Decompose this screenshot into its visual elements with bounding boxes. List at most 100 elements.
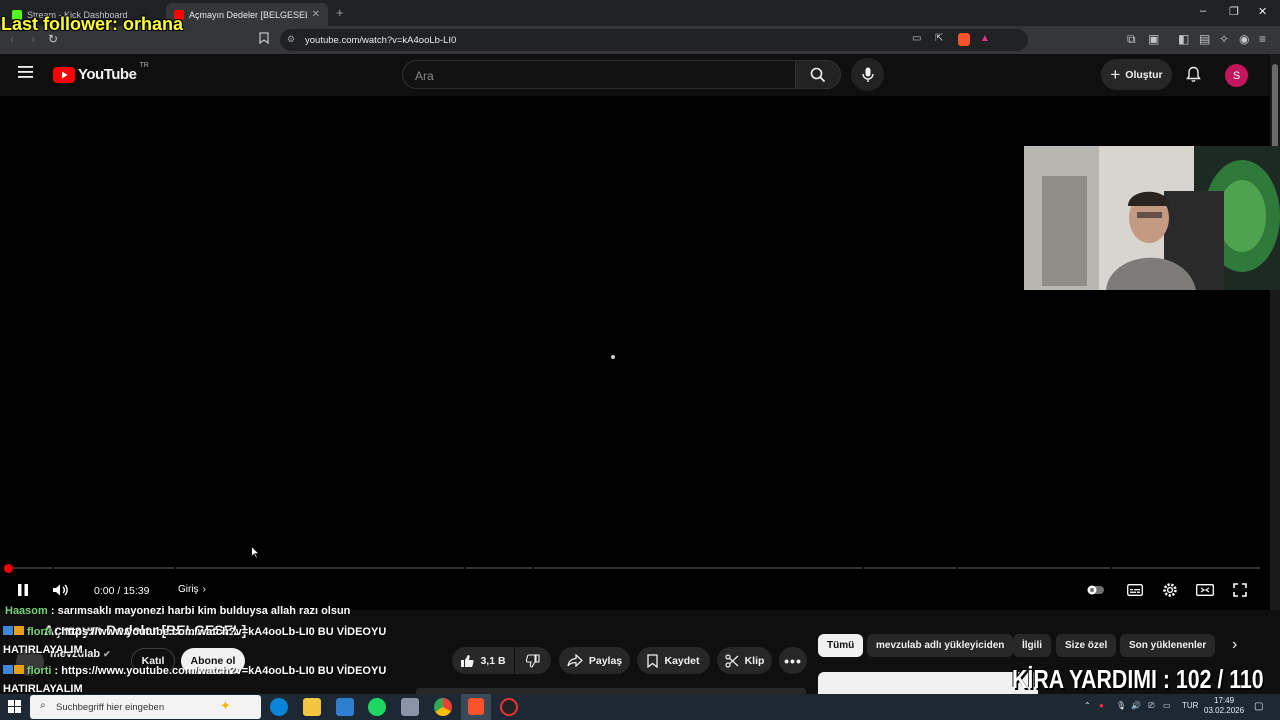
autoplay-toggle[interactable] [1087,581,1105,599]
avatar[interactable]: S [1225,64,1248,87]
brave-rewards-icon[interactable]: ▲ [980,33,990,44]
clip-button[interactable]: Klip [717,647,772,674]
chrome-app-icon[interactable] [434,698,452,716]
file-explorer-icon[interactable] [303,698,321,716]
search-button[interactable] [795,60,841,89]
tray-overflow-icon[interactable]: ⌃ [1084,701,1091,710]
wallet-icon[interactable]: ▤ [1199,32,1210,46]
recommended-video-thumbnail[interactable] [818,672,1038,694]
time-display: 0:00 / 15:39 [94,585,150,597]
site-info-icon[interactable]: ⚙ [287,34,295,45]
voice-search-button[interactable] [851,58,884,91]
tray-app-icon[interactable]: ● [1099,701,1104,710]
page-scrollbar[interactable] [1270,54,1280,610]
chat-badge-icon [3,626,13,635]
clip-label: Klip [744,654,765,667]
brave-shields-icon[interactable] [958,33,970,46]
calculator-app-icon[interactable] [401,698,419,716]
obs-app-icon[interactable] [500,698,518,716]
gear-icon [1163,583,1177,597]
tray-display-icon[interactable]: ▭ [1163,701,1171,710]
cast-icon[interactable]: ▭ [912,33,921,44]
dislike-button[interactable] [515,647,551,674]
chapter-button[interactable]: Giriş › [178,584,206,595]
close-tab-icon[interactable]: ✕ [312,9,320,20]
streamer-webcam-image [1024,146,1280,290]
region-code: TR [139,62,149,69]
extensions-icon[interactable]: ⧉ [1127,32,1136,47]
bookmark-icon[interactable] [259,32,269,47]
seek-bar[interactable] [8,567,1260,569]
youtube-logo[interactable]: YouTube TR [53,62,149,83]
chat-badge-icon [14,665,24,674]
scissors-icon [724,653,738,668]
media-icon[interactable]: ▣ [1148,32,1159,46]
like-button[interactable]: 3,1 B [452,647,514,674]
volume-button[interactable] [52,581,70,599]
chip-related[interactable]: İlgili [1013,634,1051,657]
more-actions-button[interactable]: ••• [779,647,807,674]
subtitles-button[interactable] [1126,581,1144,599]
vpn-icon[interactable]: ◉ [1239,32,1249,46]
keyboard-language[interactable]: TUR [1182,701,1198,710]
chat-badge-icon [3,665,13,674]
store-app-icon[interactable] [336,698,354,716]
chip-label: mevzulab adlı yükleyiciden [876,640,1005,651]
chat-username: florti [27,626,52,638]
webcam-overlay [1024,146,1280,290]
brave-app-active[interactable] [461,694,491,720]
leo-ai-icon[interactable]: ✧ [1219,32,1229,46]
pause-button[interactable] [14,581,32,599]
close-window-button[interactable]: ✕ [1258,5,1267,18]
menu-icon[interactable]: ≡ [1259,32,1266,46]
sidebar-icon[interactable]: ◧ [1178,32,1189,46]
address-url: youtube.com/watch?v=kA4ooLb-LI0 [305,34,457,46]
rent-donation-counter: KİRA YARDIMI : 102 / 110 [1012,664,1264,694]
youtube-play-logo-icon [53,66,75,83]
spotify-app-icon[interactable] [368,698,386,716]
theater-mode-button[interactable] [1196,581,1214,599]
settings-button[interactable] [1161,581,1179,599]
edge-app-icon[interactable] [270,698,288,716]
subtitles-icon [1127,584,1143,596]
chip-from-uploader[interactable]: mevzulab adlı yükleyiciden [867,634,1014,657]
guide-menu-icon[interactable] [18,65,34,84]
tab-youtube-video[interactable]: Açmayın Dedeler [BELGESEL] - Yo ✕ [166,3,328,26]
autoplay-toggle-icon [1087,585,1104,595]
save-button[interactable]: Kaydet [637,647,710,674]
clock-date: 03.02.2026 [1204,706,1245,715]
taskbar-search-placeholder: Suchbegriff hier eingeben [56,701,165,713]
create-label: Oluştur [1125,68,1163,81]
tray-network-icon[interactable]: ⎚ [1148,701,1154,711]
chip-all[interactable]: Tümü [818,634,864,657]
create-button[interactable]: + Oluştur [1101,59,1172,90]
address-bar[interactable]: ⚙ youtube.com/watch?v=kA4ooLb-LI0 ▭ ⇱ ▲ [280,29,1028,51]
scrollbar-thumb[interactable] [1272,64,1278,154]
fullscreen-button[interactable] [1231,581,1249,599]
windows-taskbar: ⌕ Suchbegriff hier eingeben ✦ ⌃ ● 🎙 🔊 ⎚ … [0,694,1280,720]
notifications-icon[interactable]: ▢ [1254,701,1263,712]
new-tab-button[interactable]: + [336,5,344,20]
chips-next-icon[interactable]: › [1232,636,1237,654]
chip-label: İlgili [1022,640,1042,651]
chip-recently-uploaded[interactable]: Son yüklenenler [1120,634,1216,657]
share-button[interactable]: Paylaş [559,647,630,674]
last-follower-overlay: Last follower: orhana [1,14,184,34]
save-label: Kaydet [664,654,700,667]
taskbar-search-input[interactable]: ⌕ Suchbegriff hier eingeben ✦ [30,695,261,719]
share-page-icon[interactable]: ⇱ [935,33,943,44]
chat-message: Haasom : sarımsaklı mayonezi harbi kim b… [5,605,350,617]
search-input[interactable]: Ara [402,60,796,89]
tray-volume-icon[interactable]: 🔊 [1131,701,1141,710]
notifications-bell-icon[interactable] [1186,66,1201,88]
fullscreen-icon [1233,583,1247,597]
seek-handle[interactable] [4,564,13,573]
share-icon [567,654,583,667]
restore-button[interactable]: ❐ [1229,5,1239,18]
tray-mic-icon[interactable]: 🎙 [1116,701,1126,710]
chip-for-you[interactable]: Size özel [1056,634,1117,657]
minimize-button[interactable]: – [1200,5,1206,17]
windows-start-icon[interactable] [8,700,21,718]
taskbar-clock[interactable]: 17:49 03.02.2026 [1204,696,1244,716]
chat-message: florti : https://www.youtube.com/watch?v… [3,665,386,677]
